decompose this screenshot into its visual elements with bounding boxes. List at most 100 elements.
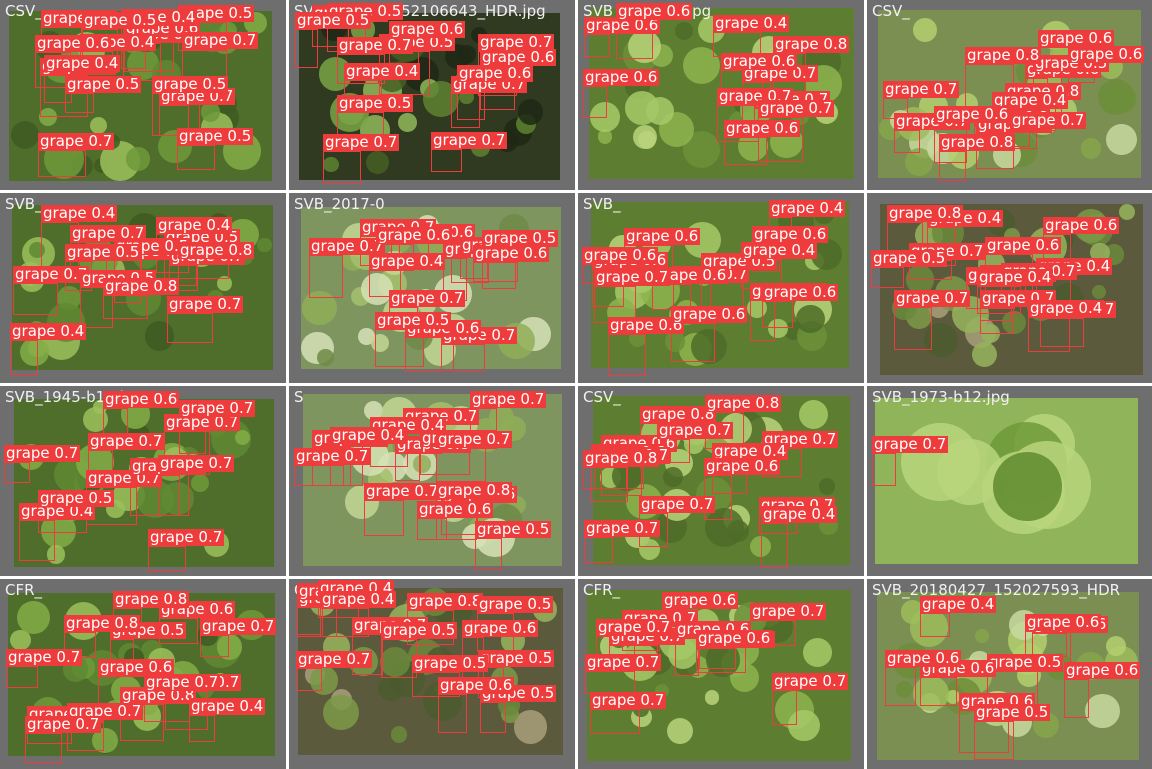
detection-box [295,29,318,68]
mosaic-tile: SVB_2017-0grape 0.6 grape 0.7 grape 0.6 gra… [289,193,575,383]
detection-label: grape 0.7 [4,444,81,462]
detection-label: grape 0.4 [44,54,121,72]
detection-label: grape 0.6 [762,283,839,301]
detection-label: grape 0.6 [376,226,453,244]
grape-berry [798,399,828,429]
detection-label: grape 0.4 [369,252,446,270]
mosaic-tile: CSV_grape 0.5 grape 0.7 grape 0.7 grape 0.6… [0,0,286,190]
grape-berry [398,113,417,132]
detection-label: grape 0.4 [761,505,838,523]
grape-berry [1097,79,1134,116]
grape-berry [663,467,683,488]
detection-label: grape 0.6 [985,236,1062,254]
detection-label: grape 0.6 [417,500,494,518]
detection-label: grape 0.7 [144,673,221,691]
detection-label: grape 0.8 [583,449,660,467]
file-name-label: SVB_1973-b12.jpg [872,388,1010,406]
grape-berry [1080,138,1102,159]
detection-label: grape 0.8 [705,394,782,412]
mosaic-tile: CSV_grape 0.6grape 0.6grape 0.7grape 0.7… [578,386,864,576]
detection-box [431,149,462,172]
detection-label: grape 0.6 [662,591,739,609]
detection-label: grape 0.6 [473,244,550,262]
file-name-label: SVB_2017-0 [294,195,385,213]
file-name-label: CSV_ [583,388,621,406]
detection-label: grape 0.5 [477,595,554,613]
mosaic-tile: CSV_grape 0.8grape 0.7grape 0.6grape 0.6… [867,0,1152,190]
file-name-label: SVB_ [583,195,621,213]
detection-label: grape 0.7 [38,132,115,150]
detection-label: grape 0.7 [894,289,971,307]
detection-label: grape 0.5 [152,75,229,93]
grape-berry [796,304,825,334]
detection-label: grape 0.6 [1064,661,1141,679]
detection-label: grape 0.7 [872,435,949,453]
detection-box [475,538,502,570]
detection-label: grape 0.7 [200,617,277,635]
detection-label: grape 0.7 [323,133,400,151]
grape-berry [1119,204,1136,220]
grape-berry [645,97,674,126]
grape-berry [803,638,833,668]
detection-label: grape 0.4 [920,595,997,613]
detection-label: grape 0.7 [294,447,371,465]
detection-label: grape 0.6 [480,48,557,66]
detection-label: grape 0.4 [1028,299,1105,317]
detection-label: grape 0.5 [412,654,489,672]
detection-label: grape 0.5 [295,11,372,29]
detection-label: grape 0.8 [436,481,513,499]
detection-label: grape 0.7 [25,715,102,733]
detection-label: grape 0.5 [475,520,552,538]
detection-box [189,715,215,742]
detection-label: grape 0.6 [721,52,798,70]
detection-label: grape 0.7 [6,648,83,666]
detection-box [13,283,58,315]
detection-label: grape 0.7 [337,36,414,54]
detection-box [323,151,361,184]
detection-box [200,635,229,657]
detection-box [177,145,215,170]
detection-label: grape 0.6 [696,629,773,647]
detection-box [583,467,627,489]
detection-label: grape 0.7 [148,528,225,546]
detection-label: grape 0.5 [177,127,254,145]
grape-berry [971,342,998,368]
detection-label: grape 0.6 [885,649,962,667]
detection-label: grape 0.7 [584,519,661,537]
detection-box [296,668,322,691]
detection-box [25,733,62,763]
detection-box [920,677,957,706]
detection-label: grape 0.5 [65,243,142,261]
detection-box [309,255,343,298]
detection-label: grape 0.7 [639,495,716,513]
detection-label: grape 0.4 [41,204,118,222]
detection-box [480,702,506,733]
detection-box [696,647,746,673]
detection-label: grape 0.7 [478,33,555,51]
file-name-label: SVB_ [5,195,43,213]
detection-label: grape 0.7 [389,289,466,307]
detection-box [584,537,613,563]
grape-berry [11,121,40,150]
detection-box [103,295,148,319]
detection-box [583,86,607,118]
file-name-label: CSV_ [5,2,43,20]
detection-label: grape 0.6 [616,2,693,20]
detection-label: grape 0.4 [741,241,818,259]
detection-label: grape 0.5 [987,653,1064,671]
detection-label: grape 0.7 [364,482,441,500]
detection-label: grape 0.6 [1043,216,1120,234]
detection-box [894,130,920,153]
detection-box [158,472,189,516]
detection-label: grape 0.4 [320,590,397,608]
grape-berry [200,102,221,122]
detection-label: grape 0.6 [582,246,659,264]
detection-label: grape 0.6 [671,305,748,323]
detection-label: grape 0.6 [583,68,660,86]
detection-label: grape 0.7 [158,454,235,472]
detection-box [6,666,38,688]
detection-label: grape 0.7 [296,650,373,668]
detection-label: grape 0.7 [750,602,827,620]
detection-label: grape 0.7 [13,265,90,283]
grape-berry [667,717,694,744]
